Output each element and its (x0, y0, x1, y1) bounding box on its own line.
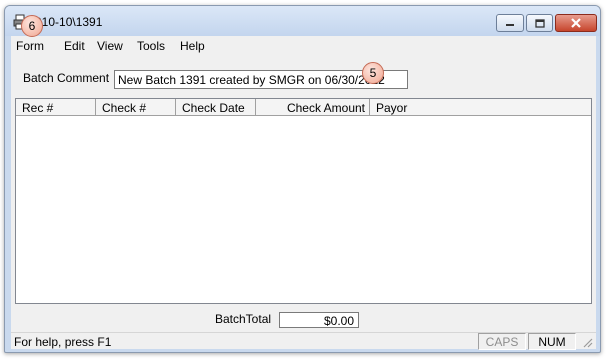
caps-indicator: CAPS (478, 333, 526, 350)
minimize-icon (506, 24, 514, 26)
minimize-button[interactable] (496, 14, 524, 32)
checks-grid[interactable]: Rec # Check # Check Date Check Amount Pa… (15, 98, 592, 304)
batch-comment-label: Batch Comment (23, 71, 110, 85)
column-header-check-date[interactable]: Check Date (176, 99, 256, 116)
column-header-check-number[interactable]: Check # (96, 99, 176, 116)
annotation-badge-comment: 5 (362, 62, 384, 84)
column-header-rec[interactable]: Rec # (16, 99, 96, 116)
title-bar[interactable]: 010-10\1391 (5, 6, 600, 36)
batch-total-value: $0.00 (279, 312, 359, 328)
menu-tools[interactable]: Tools (137, 39, 165, 53)
batch-total-label: BatchTotal (215, 312, 272, 326)
status-bar: For help, press F1 CAPS NUM (11, 332, 596, 350)
maximize-button[interactable] (526, 14, 553, 32)
batch-window: 010-10\1391 Form Edit View Tools Help Ba… (4, 5, 601, 353)
annotation-badge-form: 6 (21, 15, 43, 37)
resize-grip-icon[interactable] (581, 336, 593, 348)
status-help-text: For help, press F1 (14, 335, 112, 349)
menu-form[interactable]: Form (16, 39, 44, 53)
column-header-payor[interactable]: Payor (370, 99, 592, 116)
column-header-check-amount[interactable]: Check Amount (256, 99, 370, 116)
close-icon (571, 18, 581, 28)
close-button[interactable] (555, 14, 597, 32)
maximize-icon (534, 18, 545, 28)
window-title: 010-10\1391 (35, 15, 103, 29)
menu-view[interactable]: View (97, 39, 123, 53)
menu-help[interactable]: Help (180, 39, 205, 53)
grid-header: Rec # Check # Check Date Check Amount Pa… (16, 99, 591, 116)
menu-edit[interactable]: Edit (64, 39, 85, 53)
client-area: Form Edit View Tools Help Batch Comment … (11, 36, 596, 350)
menu-bar: Form Edit View Tools Help (11, 36, 596, 55)
num-indicator: NUM (528, 333, 576, 350)
